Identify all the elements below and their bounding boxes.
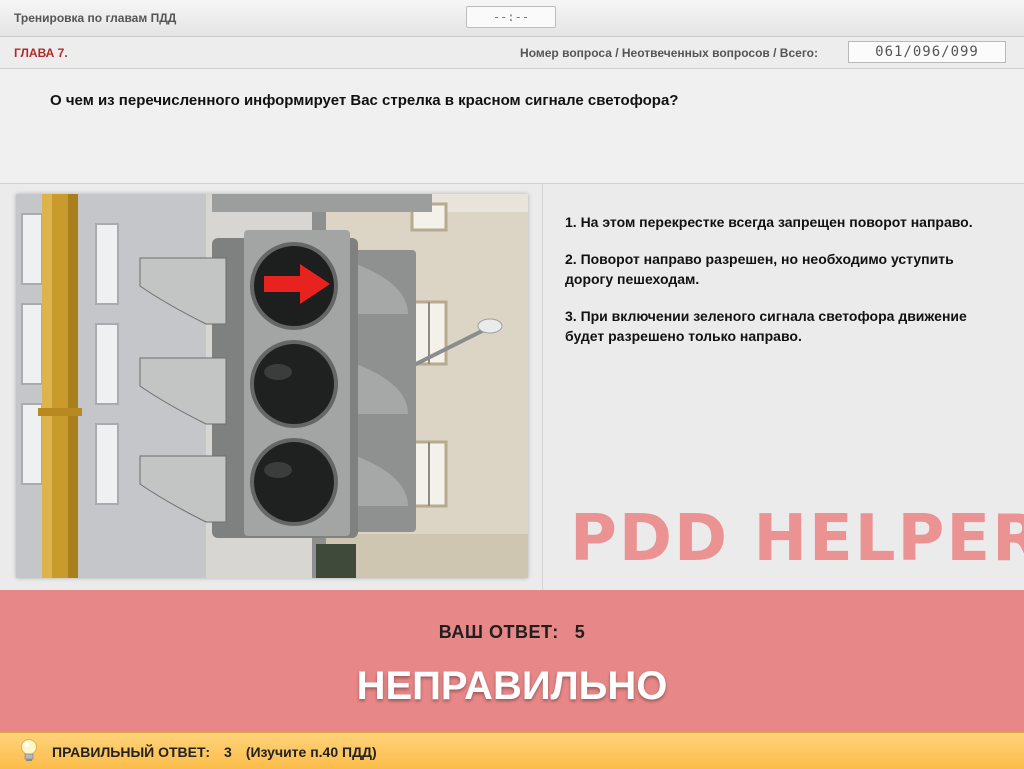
question-text: О чем из перечисленного информирует Вас … [50,92,679,109]
correct-answer-label: ПРАВИЛЬНЫЙ ОТВЕТ: [52,744,211,760]
correct-answer-value: 3 [224,744,232,760]
content-area: 1. На этом перекрестке всегда запрещен п… [0,184,1024,590]
pdd-helper-watermark: PDD HELPER [570,502,1024,576]
rule-reference: (Изучите п.40 ПДД) [245,744,377,760]
answer-option-3[interactable]: 3. При включении зеленого сигнала светоф… [565,306,995,346]
correct-answer-bar: ПРАВИЛЬНЫЙ ОТВЕТ: 3 (Изучите п.40 ПДД) [0,732,1024,769]
title-bar: Тренировка по главам ПДД --:-- [0,0,1024,37]
your-answer-label: ВАШ ОТВЕТ: [438,622,559,642]
vertical-divider [542,184,543,590]
your-answer-line: ВАШ ОТВЕТ: 5 [0,622,1024,643]
answer-option-1[interactable]: 1. На этом перекрестке всегда запрещен п… [565,212,995,232]
lightbulb-icon [21,739,37,761]
chapter-label: ГЛАВА 7. [14,46,68,60]
app-title: Тренировка по главам ПДД [14,11,177,25]
answer-option-2[interactable]: 2. Поворот направо разрешен, но необходи… [565,249,995,289]
question-counter: 061/096/099 [848,41,1006,63]
question-info-bar: ГЛАВА 7. Номер вопроса / Неотвеченных во… [0,37,1024,69]
question-counter-label: Номер вопроса / Неотвеченных вопросов / … [520,46,818,60]
question-panel: О чем из перечисленного информирует Вас … [0,69,1024,184]
your-answer-value: 5 [574,622,586,642]
verdict-text: НЕПРАВИЛЬНО [356,664,668,708]
result-panel: ВАШ ОТВЕТ: 5 НЕПРАВИЛЬНО [0,590,1024,732]
correct-answer-text: ПРАВИЛЬНЫЙ ОТВЕТ: 3 (Изучите п.40 ПДД) [52,744,377,760]
answer-list: 1. На этом перекрестке всегда запрещен п… [565,212,995,363]
question-image [16,194,528,578]
timer-display: --:-- [466,6,556,28]
